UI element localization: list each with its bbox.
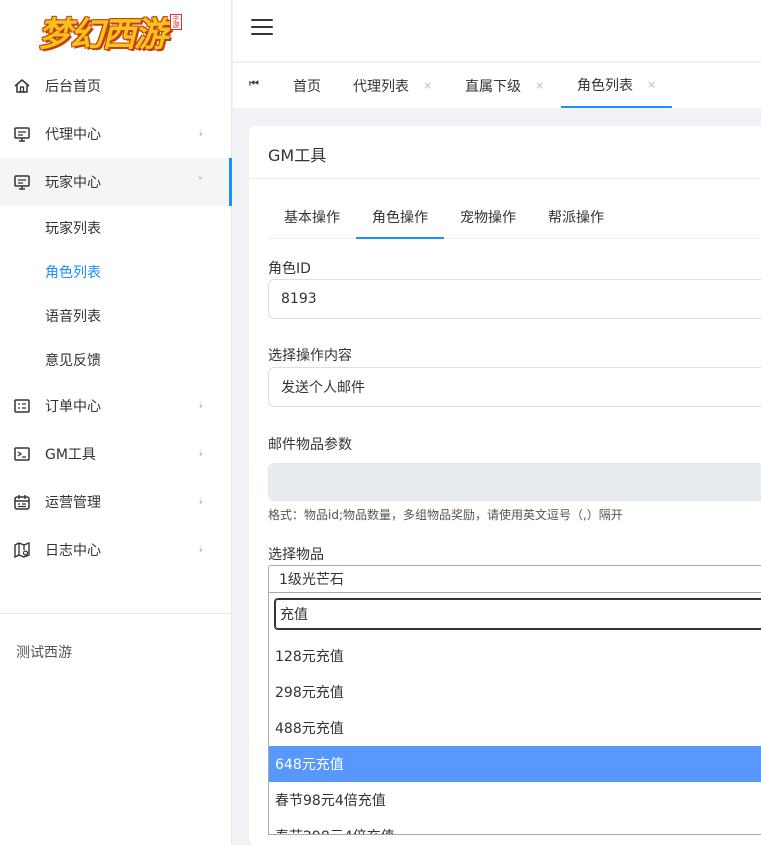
- tab-bar: ⏮ 首页 代理列表 × 直属下级 × 角色列表 ×: [233, 63, 761, 108]
- tab-label: 代理列表: [353, 78, 409, 95]
- sidebar-item-player[interactable]: 玩家中心 ˅: [0, 158, 232, 206]
- tab-agent-list[interactable]: 代理列表 ×: [353, 63, 432, 108]
- item-select-value: 1级光芒石: [279, 572, 344, 588]
- mail-items-hint: 格式：物品id;物品数量，多组物品奖励，请使用英文逗号（,）隔开: [268, 508, 623, 522]
- monitor-icon: [13, 173, 31, 191]
- close-icon[interactable]: ×: [535, 79, 544, 92]
- dropdown-option[interactable]: 128元充值: [269, 638, 761, 674]
- operation-value: 发送个人邮件: [281, 380, 365, 396]
- sidebar-item-label: 后台首页: [45, 79, 101, 95]
- role-id-value: 8193: [281, 291, 317, 307]
- item-dropdown: 充值 128元充值 298元充值 488元充值 648元充值 春节98元4倍充值…: [268, 592, 761, 835]
- map-icon: [13, 541, 31, 559]
- logo-text: 梦幻西游: [38, 14, 168, 55]
- submenu-feedback[interactable]: 意见反馈: [0, 338, 231, 382]
- sidebar-item-label: 订单中心: [45, 399, 101, 415]
- chevron-right-icon: ›: [198, 399, 203, 412]
- logo-seal: 手游: [170, 14, 182, 30]
- card-title: GM工具: [268, 146, 327, 165]
- subtab-pet[interactable]: 宠物操作: [444, 207, 532, 239]
- skip-back-icon[interactable]: ⏮: [249, 77, 259, 91]
- tab-label: 角色列表: [577, 77, 633, 94]
- chevron-right-icon: ›: [198, 447, 203, 460]
- sidebar-item-logs[interactable]: 日志中心 ›: [0, 526, 231, 574]
- tab-direct-subordinates[interactable]: 直属下级 ×: [465, 63, 544, 108]
- monitor-icon: [13, 125, 31, 143]
- chevron-down-icon: ˅: [197, 175, 204, 188]
- sidebar-item-label: 日志中心: [45, 543, 101, 559]
- operation-label: 选择操作内容: [268, 348, 352, 364]
- select-item-label: 选择物品: [268, 547, 324, 563]
- sidebar-item-agent[interactable]: 代理中心 ›: [0, 110, 231, 158]
- sidebar-item-gm-tools[interactable]: GM工具 ›: [0, 430, 231, 478]
- logo: 梦幻西游 手游: [0, 0, 231, 62]
- list-icon: [13, 397, 31, 415]
- menu-toggle-icon[interactable]: [251, 19, 273, 37]
- chevron-right-icon: ›: [198, 127, 203, 140]
- home-icon: [13, 77, 31, 95]
- mail-items-label: 邮件物品参数: [268, 437, 352, 453]
- chevron-right-icon: ›: [198, 495, 203, 508]
- tab-label: 直属下级: [465, 78, 521, 95]
- role-id-input[interactable]: 8193: [268, 279, 761, 319]
- sidebar-item-label: 代理中心: [45, 127, 101, 143]
- sidebar-item-label: 玩家中心: [45, 175, 101, 191]
- dropdown-option-highlighted[interactable]: 648元充值: [269, 746, 761, 782]
- submenu-voice-list[interactable]: 语音列表: [0, 294, 231, 338]
- gm-tool-card: GM工具 基本操作 角色操作 宠物操作 帮派操作 角色ID 8193 选择操作内…: [249, 126, 761, 845]
- mail-items-input[interactable]: [268, 463, 761, 501]
- divider: [249, 178, 761, 179]
- sidebar-divider: [0, 613, 232, 614]
- tab-role-list[interactable]: 角色列表 ×: [561, 63, 673, 108]
- tab-label: 首页: [293, 78, 321, 95]
- role-id-label: 角色ID: [268, 261, 311, 277]
- dropdown-option[interactable]: 春节98元4倍充值: [269, 782, 761, 818]
- sidebar-footer: 测试西游: [16, 645, 72, 661]
- subtab-role[interactable]: 角色操作: [356, 207, 444, 239]
- dropdown-option[interactable]: 春节298元4倍充值: [269, 818, 761, 834]
- dropdown-search-input[interactable]: 充值: [275, 599, 761, 629]
- sidebar: 梦幻西游 手游 后台首页 代理中心 › 玩家中心 ˅ 玩家列表 角色列表 语音列…: [0, 0, 232, 845]
- close-icon[interactable]: ×: [423, 79, 432, 92]
- item-select[interactable]: 1级光芒石: [268, 565, 761, 593]
- sidebar-item-operations[interactable]: 运营管理 ›: [0, 478, 231, 526]
- terminal-icon: [13, 445, 31, 463]
- calendar-icon: [13, 493, 31, 511]
- subtab-basic[interactable]: 基本操作: [268, 207, 356, 239]
- subtab-guild[interactable]: 帮派操作: [532, 207, 620, 239]
- subtab-bar: 基本操作 角色操作 宠物操作 帮派操作: [268, 199, 761, 239]
- submenu-player-list[interactable]: 玩家列表: [0, 206, 231, 250]
- operation-select[interactable]: 发送个人邮件: [268, 367, 761, 407]
- dropdown-option[interactable]: 298元充值: [269, 674, 761, 710]
- sidebar-item-label: 运营管理: [45, 495, 101, 511]
- sidebar-item-home[interactable]: 后台首页: [0, 62, 231, 110]
- top-header: [233, 0, 761, 62]
- dropdown-search-value: 充值: [280, 607, 308, 623]
- close-icon[interactable]: ×: [647, 78, 656, 91]
- sidebar-item-label: GM工具: [45, 447, 96, 463]
- submenu-role-list[interactable]: 角色列表: [0, 250, 231, 294]
- tab-home[interactable]: 首页: [293, 63, 321, 108]
- chevron-right-icon: ›: [198, 543, 203, 556]
- sidebar-item-orders[interactable]: 订单中心 ›: [0, 382, 231, 430]
- dropdown-option[interactable]: 488元充值: [269, 710, 761, 746]
